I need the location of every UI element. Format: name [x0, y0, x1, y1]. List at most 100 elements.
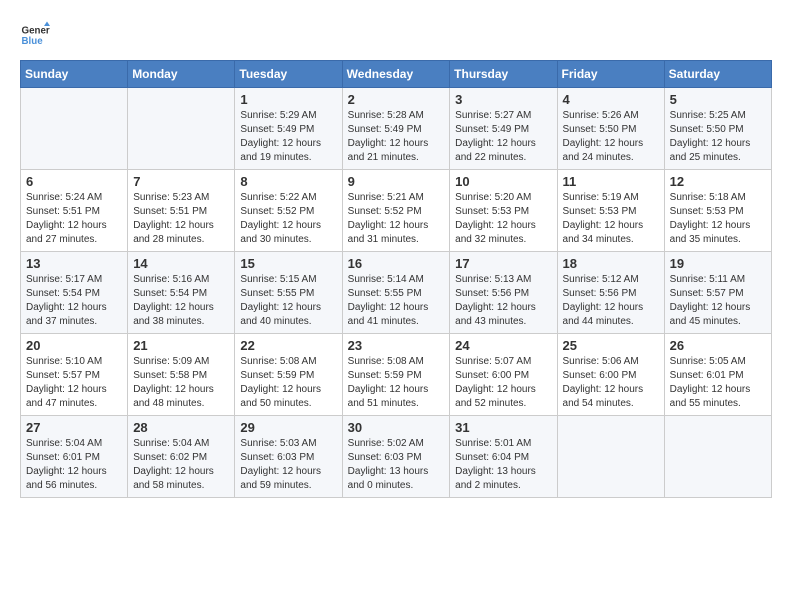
- calendar-cell: 4 Sunrise: 5:26 AM Sunset: 5:50 PM Daylig…: [557, 88, 664, 170]
- day-info: Sunrise: 5:09 AM Sunset: 5:58 PM Dayligh…: [133, 355, 229, 411]
- weekday-header-wednesday: Wednesday: [342, 61, 450, 88]
- day-number: 28: [133, 420, 229, 435]
- calendar-week-row: 6 Sunrise: 5:24 AM Sunset: 5:51 PM Daylig…: [21, 170, 772, 252]
- calendar-cell: [664, 416, 771, 498]
- day-number: 1: [240, 92, 336, 107]
- calendar-cell: 31 Sunrise: 5:01 AM Sunset: 6:04 PM Dayli…: [450, 416, 557, 498]
- calendar-cell: 26 Sunrise: 5:05 AM Sunset: 6:01 PM Dayli…: [664, 334, 771, 416]
- day-info: Sunrise: 5:10 AM Sunset: 5:57 PM Dayligh…: [26, 355, 122, 411]
- day-number: 6: [26, 174, 122, 189]
- day-info: Sunrise: 5:13 AM Sunset: 5:56 PM Dayligh…: [455, 273, 551, 329]
- calendar-cell: 27Sunrise: 5:04 AM Sunset: 6:01 PM Dayli…: [21, 416, 128, 498]
- day-number: 31: [455, 420, 551, 435]
- calendar-cell: 21 Sunrise: 5:09 AM Sunset: 5:58 PM Dayli…: [128, 334, 235, 416]
- calendar-body: 1 Sunrise: 5:29 AM Sunset: 5:49 PM Daylig…: [21, 88, 772, 498]
- day-info: Sunrise: 5:05 AM Sunset: 6:01 PM Dayligh…: [670, 355, 766, 411]
- calendar-cell: 23Sunrise: 5:08 AM Sunset: 5:59 PM Dayli…: [342, 334, 450, 416]
- day-number: 9: [348, 174, 445, 189]
- calendar-cell: 2Sunrise: 5:28 AM Sunset: 5:49 PM Daylig…: [342, 88, 450, 170]
- day-number: 13: [26, 256, 122, 271]
- day-number: 4: [563, 92, 659, 107]
- calendar-cell: 16Sunrise: 5:14 AM Sunset: 5:55 PM Dayli…: [342, 252, 450, 334]
- calendar-cell: 3 Sunrise: 5:27 AM Sunset: 5:49 PM Daylig…: [450, 88, 557, 170]
- day-info: Sunrise: 5:15 AM Sunset: 5:55 PM Dayligh…: [240, 273, 336, 329]
- day-info: Sunrise: 5:04 AM Sunset: 6:01 PM Dayligh…: [26, 437, 122, 493]
- calendar-cell: 19Sunrise: 5:11 AM Sunset: 5:57 PM Dayli…: [664, 252, 771, 334]
- day-number: 10: [455, 174, 551, 189]
- day-info: Sunrise: 5:04 AM Sunset: 6:02 PM Dayligh…: [133, 437, 229, 493]
- day-info: Sunrise: 5:29 AM Sunset: 5:49 PM Dayligh…: [240, 109, 336, 165]
- calendar-cell: 10 Sunrise: 5:20 AM Sunset: 5:53 PM Dayli…: [450, 170, 557, 252]
- calendar-cell: 24 Sunrise: 5:07 AM Sunset: 6:00 PM Dayli…: [450, 334, 557, 416]
- day-info: Sunrise: 5:08 AM Sunset: 5:59 PM Dayligh…: [240, 355, 336, 411]
- calendar-cell: 29 Sunrise: 5:03 AM Sunset: 6:03 PM Dayli…: [235, 416, 342, 498]
- calendar-cell: 5 Sunrise: 5:25 AM Sunset: 5:50 PM Daylig…: [664, 88, 771, 170]
- day-info: Sunrise: 5:22 AM Sunset: 5:52 PM Dayligh…: [240, 191, 336, 247]
- day-info: Sunrise: 5:14 AM Sunset: 5:55 PM Dayligh…: [348, 273, 445, 329]
- page-header: General Blue: [20, 20, 772, 50]
- day-info: Sunrise: 5:26 AM Sunset: 5:50 PM Dayligh…: [563, 109, 659, 165]
- day-number: 17: [455, 256, 551, 271]
- day-number: 22: [240, 338, 336, 353]
- calendar-cell: [557, 416, 664, 498]
- day-number: 30: [348, 420, 445, 435]
- day-number: 24: [455, 338, 551, 353]
- day-info: Sunrise: 5:01 AM Sunset: 6:04 PM Dayligh…: [455, 437, 551, 493]
- day-number: 11: [563, 174, 659, 189]
- calendar-cell: 7 Sunrise: 5:23 AM Sunset: 5:51 PM Daylig…: [128, 170, 235, 252]
- day-info: Sunrise: 5:24 AM Sunset: 5:51 PM Dayligh…: [26, 191, 122, 247]
- day-number: 26: [670, 338, 766, 353]
- weekday-header-tuesday: Tuesday: [235, 61, 342, 88]
- day-number: 25: [563, 338, 659, 353]
- day-info: Sunrise: 5:23 AM Sunset: 5:51 PM Dayligh…: [133, 191, 229, 247]
- day-info: Sunrise: 5:28 AM Sunset: 5:49 PM Dayligh…: [348, 109, 445, 165]
- weekday-header-friday: Friday: [557, 61, 664, 88]
- calendar-week-row: 1 Sunrise: 5:29 AM Sunset: 5:49 PM Daylig…: [21, 88, 772, 170]
- day-number: 21: [133, 338, 229, 353]
- day-info: Sunrise: 5:06 AM Sunset: 6:00 PM Dayligh…: [563, 355, 659, 411]
- day-info: Sunrise: 5:11 AM Sunset: 5:57 PM Dayligh…: [670, 273, 766, 329]
- logo: General Blue: [20, 20, 54, 50]
- weekday-header-monday: Monday: [128, 61, 235, 88]
- day-info: Sunrise: 5:20 AM Sunset: 5:53 PM Dayligh…: [455, 191, 551, 247]
- day-info: Sunrise: 5:25 AM Sunset: 5:50 PM Dayligh…: [670, 109, 766, 165]
- day-info: Sunrise: 5:27 AM Sunset: 5:49 PM Dayligh…: [455, 109, 551, 165]
- calendar-cell: 18Sunrise: 5:12 AM Sunset: 5:56 PM Dayli…: [557, 252, 664, 334]
- svg-text:General: General: [22, 26, 51, 37]
- day-number: 20: [26, 338, 122, 353]
- calendar-header: SundayMondayTuesdayWednesdayThursdayFrid…: [21, 61, 772, 88]
- calendar-cell: 20 Sunrise: 5:10 AM Sunset: 5:57 PM Dayli…: [21, 334, 128, 416]
- day-number: 8: [240, 174, 336, 189]
- day-number: 29: [240, 420, 336, 435]
- calendar-cell: 11 Sunrise: 5:19 AM Sunset: 5:53 PM Dayli…: [557, 170, 664, 252]
- day-number: 3: [455, 92, 551, 107]
- calendar-table: SundayMondayTuesdayWednesdayThursdayFrid…: [20, 60, 772, 498]
- day-info: Sunrise: 5:18 AM Sunset: 5:53 PM Dayligh…: [670, 191, 766, 247]
- day-number: 7: [133, 174, 229, 189]
- calendar-cell: 30Sunrise: 5:02 AM Sunset: 6:03 PM Dayli…: [342, 416, 450, 498]
- weekday-header-saturday: Saturday: [664, 61, 771, 88]
- calendar-cell: 25 Sunrise: 5:06 AM Sunset: 6:00 PM Dayli…: [557, 334, 664, 416]
- calendar-cell: 28 Sunrise: 5:04 AM Sunset: 6:02 PM Dayli…: [128, 416, 235, 498]
- calendar-cell: 14Sunrise: 5:16 AM Sunset: 5:54 PM Dayli…: [128, 252, 235, 334]
- calendar-cell: 22 Sunrise: 5:08 AM Sunset: 5:59 PM Dayli…: [235, 334, 342, 416]
- day-info: Sunrise: 5:19 AM Sunset: 5:53 PM Dayligh…: [563, 191, 659, 247]
- weekday-header-sunday: Sunday: [21, 61, 128, 88]
- day-info: Sunrise: 5:21 AM Sunset: 5:52 PM Dayligh…: [348, 191, 445, 247]
- calendar-cell: 17 Sunrise: 5:13 AM Sunset: 5:56 PM Dayli…: [450, 252, 557, 334]
- calendar-cell: [21, 88, 128, 170]
- calendar-cell: 12Sunrise: 5:18 AM Sunset: 5:53 PM Dayli…: [664, 170, 771, 252]
- svg-text:Blue: Blue: [22, 36, 44, 47]
- calendar-cell: [128, 88, 235, 170]
- day-number: 23: [348, 338, 445, 353]
- day-info: Sunrise: 5:17 AM Sunset: 5:54 PM Dayligh…: [26, 273, 122, 329]
- calendar-week-row: 20 Sunrise: 5:10 AM Sunset: 5:57 PM Dayli…: [21, 334, 772, 416]
- calendar-cell: 6 Sunrise: 5:24 AM Sunset: 5:51 PM Daylig…: [21, 170, 128, 252]
- day-info: Sunrise: 5:03 AM Sunset: 6:03 PM Dayligh…: [240, 437, 336, 493]
- day-number: 5: [670, 92, 766, 107]
- calendar-cell: 15Sunrise: 5:15 AM Sunset: 5:55 PM Dayli…: [235, 252, 342, 334]
- day-info: Sunrise: 5:16 AM Sunset: 5:54 PM Dayligh…: [133, 273, 229, 329]
- calendar-week-row: 13 Sunrise: 5:17 AM Sunset: 5:54 PM Dayli…: [21, 252, 772, 334]
- day-info: Sunrise: 5:07 AM Sunset: 6:00 PM Dayligh…: [455, 355, 551, 411]
- calendar-cell: 13 Sunrise: 5:17 AM Sunset: 5:54 PM Dayli…: [21, 252, 128, 334]
